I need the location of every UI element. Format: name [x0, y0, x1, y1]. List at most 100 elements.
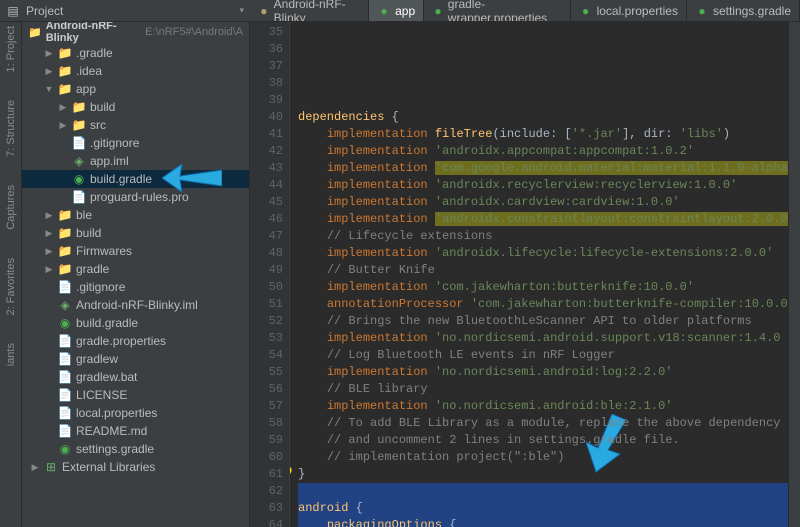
tree-node[interactable]: 📄 gradlew.bat: [22, 368, 249, 386]
tree-label: .gradle: [76, 46, 113, 60]
code-line[interactable]: packagingOptions {: [298, 517, 788, 527]
code-line[interactable]: annotationProcessor 'com.jakewharton:but…: [298, 296, 788, 313]
tree-node[interactable]: 📄README.md: [22, 422, 249, 440]
code-line[interactable]: implementation 'no.nordicsemi.android:lo…: [298, 364, 788, 381]
tree-node[interactable]: ▶📁build: [22, 224, 249, 242]
expand-chevron[interactable]: ▶: [44, 210, 54, 221]
code-line[interactable]: // Brings the new BluetoothLeScanner API…: [298, 313, 788, 330]
tree-label: README.md: [76, 424, 147, 438]
code-line[interactable]: // and uncomment 2 lines in settings.gra…: [298, 432, 788, 449]
code-line[interactable]: [298, 92, 788, 109]
expand-chevron[interactable]: ▶: [58, 120, 68, 131]
code-line[interactable]: implementation 'androidx.appcompat:appco…: [298, 143, 788, 160]
gradle-icon: ◉: [58, 442, 72, 456]
editor-tab[interactable]: ● Android-nRF-Blinky: [250, 0, 369, 21]
code-line[interactable]: // implementation project(":ble"): [298, 449, 788, 466]
expand-chevron[interactable]: ▶: [44, 228, 54, 239]
tree-label: gradle.properties: [76, 334, 166, 348]
expand-chevron[interactable]: ▼: [44, 84, 54, 94]
project-tree[interactable]: ▶📁.gradle▶📁.idea▼📁app▶📁build▶📁src📄.gitig…: [22, 42, 249, 478]
dropdown-icon[interactable]: ▾: [239, 5, 244, 16]
editor-tab[interactable]: ●app: [369, 0, 424, 21]
tool-strip-item[interactable]: 2: Favorites: [5, 258, 17, 315]
code-line[interactable]: android {: [298, 500, 788, 517]
tree-node[interactable]: ▶📁ble: [22, 206, 249, 224]
code-line[interactable]: // Log Bluetooth LE events in nRF Logger: [298, 347, 788, 364]
lib-icon: ⊞: [44, 460, 58, 474]
tree-label: .gitignore: [90, 136, 139, 150]
tree-node[interactable]: ▶📁.idea: [22, 62, 249, 80]
tree-node[interactable]: ◈Android-nRF-Blinky.iml: [22, 296, 249, 314]
tool-strip-item[interactable]: iants: [5, 343, 17, 366]
tool-strip-item[interactable]: Captures: [5, 185, 17, 230]
tree-node[interactable]: ▶⊞External Libraries: [22, 458, 249, 476]
code-line[interactable]: implementation 'androidx.cardview:cardvi…: [298, 194, 788, 211]
project-header-label: Project: [26, 4, 63, 18]
code-line[interactable]: implementation 'androidx.recyclerview:re…: [298, 177, 788, 194]
annotation-arrow-tree: [162, 158, 222, 198]
tree-node[interactable]: ▼📁app: [22, 80, 249, 98]
tree-label: build: [76, 226, 101, 240]
code-line[interactable]: // Lifecycle extensions: [298, 228, 788, 245]
editor-tab[interactable]: ●local.properties: [571, 0, 687, 21]
tree-node[interactable]: 📄LICENSE: [22, 386, 249, 404]
code-line[interactable]: 💡}: [298, 466, 788, 483]
tree-node[interactable]: ◉build.gradle: [22, 314, 249, 332]
folder-icon: 📁: [72, 118, 86, 132]
code-line[interactable]: [298, 75, 788, 92]
tree-node[interactable]: 📄local.properties: [22, 404, 249, 422]
tab-label: Android-nRF-Blinky: [274, 0, 360, 21]
editor-tab[interactable]: ●gradle-wrapper.properties: [424, 0, 570, 21]
intention-bulb-icon[interactable]: 💡: [290, 466, 295, 483]
expand-chevron[interactable]: ▶: [44, 246, 54, 257]
tool-strip-item[interactable]: 7: Structure: [5, 100, 17, 157]
tree-node[interactable]: ▶📁.gradle: [22, 44, 249, 62]
code-line[interactable]: // Butter Knife: [298, 262, 788, 279]
tree-label: gradle: [76, 262, 109, 276]
code-line[interactable]: implementation 'com.google.android.mater…: [298, 160, 788, 177]
gradle-icon: ●: [432, 4, 444, 18]
tree-node[interactable]: ▶📁build: [22, 98, 249, 116]
tab-label: settings.gradle: [713, 4, 791, 18]
code-line[interactable]: dependencies {: [298, 109, 788, 126]
tree-node[interactable]: 📄 .gitignore: [22, 134, 249, 152]
left-tool-strip: 1: Project 7: Structure Captures 2: Favorit…: [0, 22, 22, 527]
expand-chevron[interactable]: ▶: [44, 48, 54, 59]
code-area[interactable]: dependencies { implementation fileTree(i…: [290, 22, 788, 527]
expand-chevron[interactable]: ▶: [44, 264, 54, 275]
breadcrumb-root[interactable]: Android-nRF-Blinky: [46, 22, 141, 44]
folder-icon: ●: [258, 4, 270, 18]
code-line[interactable]: [298, 483, 788, 500]
tree-node[interactable]: ▶📁Firmwares: [22, 242, 249, 260]
tree-label: gradlew.bat: [76, 370, 137, 384]
code-line[interactable]: implementation 'no.nordicsemi.android:bl…: [298, 398, 788, 415]
expand-chevron[interactable]: ▶: [58, 102, 68, 113]
editor-tab[interactable]: ●settings.gradle: [687, 0, 800, 21]
tool-strip-item[interactable]: 1: Project: [5, 26, 17, 72]
code-line[interactable]: implementation 'com.jakewharton:butterkn…: [298, 279, 788, 296]
tree-label: local.properties: [76, 406, 157, 420]
tree-label: .idea: [76, 64, 102, 78]
expand-chevron[interactable]: ▶: [44, 66, 54, 77]
code-line[interactable]: implementation 'no.nordicsemi.android.su…: [298, 330, 788, 347]
file-icon: 📄: [58, 370, 72, 384]
tree-node[interactable]: 📄gradle.properties: [22, 332, 249, 350]
code-line[interactable]: implementation 'androidx.lifecycle:lifec…: [298, 245, 788, 262]
file-icon: 📄: [58, 388, 72, 402]
tree-label: build.gradle: [90, 172, 152, 186]
gradle-icon: ●: [579, 4, 593, 18]
code-line[interactable]: implementation fileTree(include: ['*.jar…: [298, 126, 788, 143]
tree-node[interactable]: ▶📁gradle: [22, 260, 249, 278]
tree-node[interactable]: ▶📁src: [22, 116, 249, 134]
expand-chevron[interactable]: ▶: [30, 462, 40, 473]
tree-node[interactable]: ◉settings.gradle: [22, 440, 249, 458]
code-line[interactable]: // To add BLE Library as a module, repla…: [298, 415, 788, 432]
tree-label: gradlew: [76, 352, 118, 366]
code-line[interactable]: // BLE library: [298, 381, 788, 398]
code-editor[interactable]: 3536373839404142434445464748495051525354…: [250, 22, 788, 527]
code-line[interactable]: implementation 'androidx.constraintlayou…: [298, 211, 788, 228]
tree-node[interactable]: 📄.gitignore: [22, 278, 249, 296]
tree-node[interactable]: 📄gradlew: [22, 350, 249, 368]
file-icon: 📄: [72, 136, 86, 150]
folder-icon: 📁: [58, 244, 72, 258]
